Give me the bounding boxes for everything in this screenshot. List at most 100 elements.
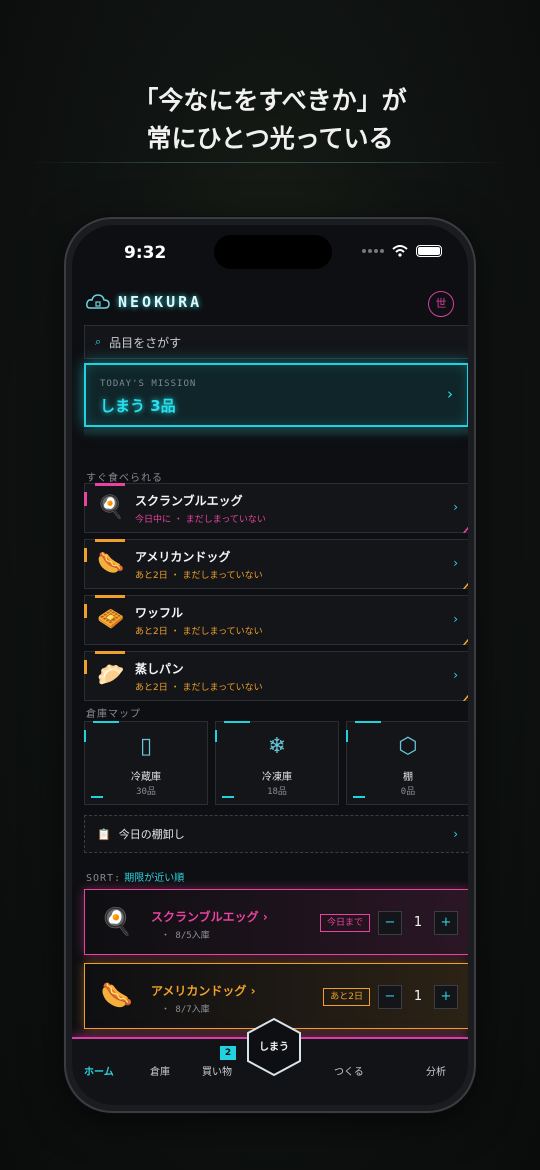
battery-icon	[416, 245, 442, 257]
clipboard-icon: 📋	[97, 827, 111, 841]
cloud-house-icon	[86, 294, 110, 309]
tab-store-label: しまう	[259, 1042, 289, 1053]
logo-text: NEOKURA	[118, 293, 203, 311]
urgency-accent	[84, 492, 87, 506]
storage-name: 冷凍庫	[262, 772, 292, 783]
stocktake-button[interactable]: 📋 今日の棚卸し ›	[84, 815, 468, 853]
card-accent	[93, 721, 119, 723]
food-status: 今日中に ・ まだしまっていない	[135, 515, 266, 525]
tab-shopping[interactable]: 買い物	[202, 1063, 232, 1078]
sort-value: 期限が近い順	[124, 873, 185, 884]
urgency-topbar	[95, 483, 125, 486]
tab-storage[interactable]: 倉庫	[150, 1063, 170, 1078]
todays-mission-card[interactable]: TODAY'S MISSION しまう 3品 ›	[84, 363, 468, 427]
mission-kicker: TODAY'S MISSION	[100, 379, 197, 389]
sort-key: SORT:	[86, 873, 122, 884]
urgency-accent	[84, 604, 87, 618]
quantity-increase-button[interactable]: +	[434, 911, 458, 935]
mission-glow	[84, 429, 468, 437]
stocktake-label: 今日の棚卸し	[118, 828, 185, 841]
food-name: 蒸しパン	[135, 662, 184, 676]
chevron-right-icon: ›	[453, 612, 458, 626]
storage-count: 0品	[400, 787, 416, 797]
status-icons	[362, 245, 442, 257]
food-card[interactable]: 🥟 蒸しパンあと2日 ・ まだしまっていない ›	[84, 651, 468, 701]
food-card[interactable]: 🧇 ワッフルあと2日 ・ まだしまっていない ›	[84, 595, 468, 645]
item-name-link[interactable]: アメリカンドッグ ›	[151, 982, 256, 999]
mission-title: しまう 3品	[100, 397, 176, 415]
chevron-right-icon: ›	[453, 556, 458, 570]
quantity-decrease-button[interactable]: −	[378, 911, 402, 935]
promo-headline: 「今なにをすべきか」が 常にひとつ光っている	[0, 82, 540, 158]
storage-count: 30品	[136, 787, 156, 797]
quantity-value: 1	[413, 915, 423, 930]
storage-card[interactable]: ▯ 冷蔵庫 30品	[84, 721, 208, 805]
item-received-date: ・ 8/5入庫	[161, 931, 210, 941]
search-icon: ⌕	[95, 335, 102, 348]
storage-name: 棚	[403, 772, 413, 783]
waffle-icon: 🧇	[97, 607, 125, 632]
tab-bar: ホーム 倉庫 2 買い物 しまう つくる 分析	[72, 1017, 468, 1105]
urgency-accent	[84, 548, 87, 562]
app-screen: 9:32 NEOKURA 世 ⌕ 品目をさがす TODAY'S MISSION …	[72, 225, 468, 1105]
storage-card[interactable]: ❄ 冷凍庫 18品	[215, 721, 339, 805]
urgency-topbar	[95, 651, 125, 654]
corner-mark	[454, 579, 468, 589]
sort-control[interactable]: SORT: 期限が近い順	[86, 869, 184, 884]
phone-frame: 9:32 NEOKURA 世 ⌕ 品目をさがす TODAY'S MISSION …	[64, 217, 476, 1113]
promo-headline-line1: 「今なにをすべきか」が	[133, 86, 407, 115]
wifi-icon	[392, 245, 408, 257]
search-placeholder: 品目をさがす	[109, 335, 182, 350]
expiry-badge: あと2日	[323, 988, 370, 1006]
quantity-value: 1	[413, 989, 423, 1004]
expiry-badge: 今日まで	[319, 914, 370, 932]
steamed-bun-icon: 🥟	[97, 663, 125, 688]
tab-home[interactable]: ホーム	[84, 1063, 114, 1078]
storage-name: 冷蔵庫	[131, 772, 161, 783]
food-name: スクランブルエッグ	[135, 494, 243, 508]
status-time: 9:32	[124, 243, 167, 263]
storage-card[interactable]: ⬡ 棚 0品	[346, 721, 468, 805]
food-name: アメリカンドッグ	[135, 550, 231, 564]
chevron-right-icon: ›	[447, 385, 453, 403]
card-accent	[355, 721, 381, 723]
tab-analysis[interactable]: 分析	[426, 1063, 446, 1078]
scrambled-egg-icon: 🍳	[100, 907, 134, 937]
dynamic-island	[214, 235, 332, 269]
corner-mark	[454, 691, 468, 701]
app-logo: NEOKURA	[86, 293, 202, 311]
inventory-card[interactable]: 🍳 スクランブルエッグ › ・ 8/5入庫 今日まで −1 +	[84, 889, 468, 955]
shopping-count-badge: 2	[220, 1046, 236, 1060]
quantity-increase-button[interactable]: +	[434, 985, 458, 1009]
tab-cook[interactable]: つくる	[334, 1063, 364, 1078]
headline-divider	[30, 162, 510, 163]
quantity-decrease-button[interactable]: −	[378, 985, 402, 1009]
scrambled-egg-icon: 🍳	[97, 495, 125, 520]
search-input[interactable]: ⌕ 品目をさがす	[84, 325, 468, 359]
storage-count: 18品	[267, 787, 287, 797]
food-status: あと2日 ・ まだしまっていない	[135, 627, 263, 637]
ready-section-label: すぐ食べられる	[86, 473, 163, 484]
food-card[interactable]: 🍳 スクランブルエッグ今日中に ・ まだしまっていない ›	[84, 483, 468, 533]
food-name: ワッフル	[135, 606, 184, 620]
corner-mark	[454, 635, 468, 645]
promo-headline-line2: 常にひとつ光っている	[146, 124, 394, 153]
language-button[interactable]: 世	[428, 291, 454, 317]
corn-dog-icon: 🌭	[100, 981, 134, 1011]
signal-icon	[362, 249, 384, 253]
food-card[interactable]: 🌭 アメリカンドッグあと2日 ・ まだしまっていない ›	[84, 539, 468, 589]
chevron-right-icon: ›	[453, 827, 458, 841]
chevron-right-icon: ›	[453, 668, 458, 682]
urgency-accent	[84, 660, 87, 674]
item-received-date: ・ 8/7入庫	[161, 1005, 210, 1015]
corn-dog-icon: 🌭	[97, 551, 125, 576]
storage-section-label: 倉庫マップ	[86, 709, 141, 720]
food-status: あと2日 ・ まだしまっていない	[135, 571, 263, 581]
shelf-box-icon: ⬡	[398, 734, 418, 759]
item-name-link[interactable]: スクランブルエッグ ›	[151, 908, 268, 925]
card-accent	[224, 721, 250, 723]
fridge-icon: ▯	[139, 734, 153, 759]
food-status: あと2日 ・ まだしまっていない	[135, 683, 263, 693]
chevron-right-icon: ›	[453, 500, 458, 514]
urgency-topbar	[95, 539, 125, 542]
